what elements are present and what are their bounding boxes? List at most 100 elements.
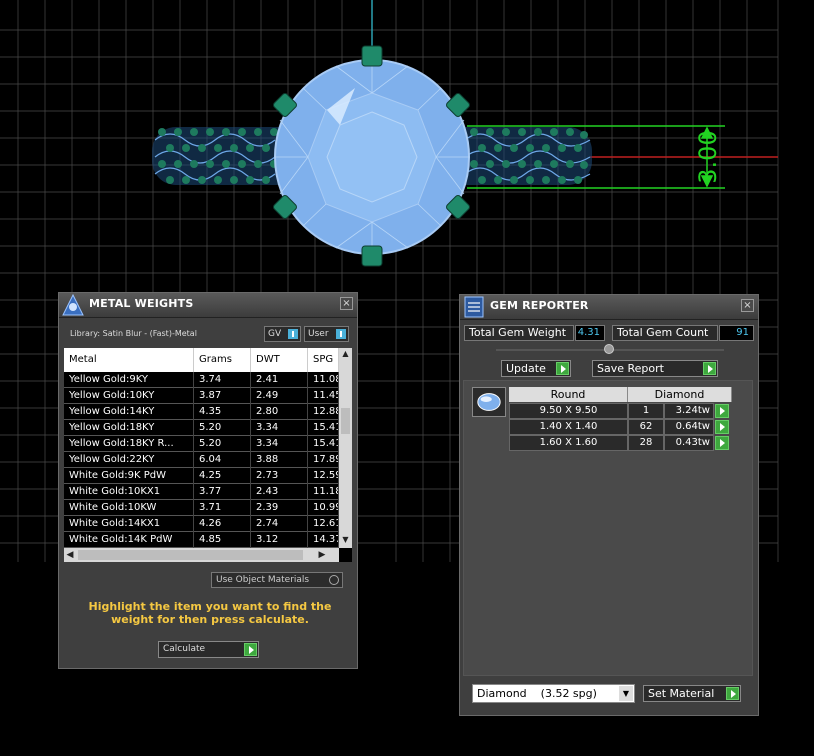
metal-weights-window: METAL WEIGHTS × Library: Satin Blur - (F…: [58, 292, 358, 669]
metal-name-cell: Yellow Gold:18KY R...: [64, 436, 194, 452]
dwt-cell: 3.12: [251, 532, 308, 548]
close-icon[interactable]: ×: [340, 297, 353, 310]
material-select[interactable]: Diamond (3.52 spg) ▼: [472, 684, 635, 703]
column-header-spg[interactable]: SPG: [308, 348, 339, 372]
metal-weights-titlebar[interactable]: METAL WEIGHTS ×: [59, 293, 357, 318]
dwt-cell: 3.34: [251, 420, 308, 436]
scroll-left-icon[interactable]: ◀: [64, 548, 76, 562]
save-report-label: Save Report: [597, 362, 664, 375]
spg-cell: 14.37: [308, 532, 339, 548]
spg-cell: 12.59: [308, 468, 339, 484]
table-row[interactable]: White Gold:9K PdW 4.25 2.73 12.59: [64, 468, 339, 484]
dwt-cell: 2.39: [251, 500, 308, 516]
table-row[interactable]: Yellow Gold:18KY 5.20 3.34 15.41: [64, 420, 339, 436]
library-label: Library: Satin Blur - (Fast)-Metal: [70, 329, 197, 338]
gv-toggle[interactable]: GV: [264, 326, 301, 342]
close-icon[interactable]: ×: [741, 299, 754, 312]
instruction-text: Highlight the item you want to find the …: [88, 600, 332, 626]
gem-size-cell: 1.40 X 1.40: [509, 419, 628, 435]
center-gem[interactable]: [274, 59, 470, 255]
grams-cell: 4.25: [194, 468, 251, 484]
gem-row[interactable]: 1.60 X 1.60 28 0.43tw: [509, 435, 729, 451]
grams-cell: 4.26: [194, 516, 251, 532]
spg-cell: 15.41: [308, 420, 339, 436]
dwt-cell: 3.34: [251, 436, 308, 452]
gem-size-cell: 1.60 X 1.60: [509, 435, 628, 451]
metal-name-cell: White Gold:14KX1: [64, 516, 194, 532]
gem-size-cell: 9.50 X 9.50: [509, 403, 628, 419]
play-icon: [726, 687, 739, 700]
gem-weight-cell: 0.64tw: [664, 419, 714, 435]
table-row[interactable]: Yellow Gold:10KY 3.87 2.49 11.45: [64, 388, 339, 404]
gem-row-select-icon[interactable]: [715, 436, 729, 450]
calculate-label: Calculate: [163, 644, 206, 654]
grams-cell: 3.74: [194, 372, 251, 388]
gem-row[interactable]: 9.50 X 9.50 1 3.24tw: [509, 403, 729, 419]
scroll-thumb[interactable]: [341, 408, 350, 434]
update-label: Update: [506, 362, 546, 375]
gem-reporter-titlebar[interactable]: GEM REPORTER ×: [460, 295, 758, 320]
dwt-cell: 2.73: [251, 468, 308, 484]
checkbox-icon: [336, 329, 346, 339]
table-row[interactable]: Yellow Gold:14KY 4.35 2.80 12.88: [64, 404, 339, 420]
gem-reporter-title: GEM REPORTER: [490, 299, 589, 312]
grams-cell: 5.20: [194, 420, 251, 436]
gem-row-select-icon[interactable]: [715, 404, 729, 418]
scroll-right-icon[interactable]: ▶: [316, 548, 328, 562]
metal-name-cell: White Gold:10KX1: [64, 484, 194, 500]
gem-weight-cell: 3.24tw: [664, 403, 714, 419]
update-button[interactable]: Update: [501, 360, 571, 377]
metal-table-header: Metal Grams DWT SPG: [64, 348, 339, 372]
dwt-cell: 2.49: [251, 388, 308, 404]
save-report-button[interactable]: Save Report: [592, 360, 718, 377]
grams-cell: 4.85: [194, 532, 251, 548]
metal-name-cell: Yellow Gold:22KY: [64, 452, 194, 468]
chevron-down-icon: ▼: [619, 686, 633, 701]
column-header-dwt[interactable]: DWT: [251, 348, 308, 372]
metal-name-cell: White Gold:10KW: [64, 500, 194, 516]
scroll-down-icon[interactable]: ▼: [339, 534, 352, 546]
table-row[interactable]: White Gold:10KW 3.71 2.39 10.99: [64, 500, 339, 516]
spg-cell: 12.61: [308, 516, 339, 532]
gem-reporter-window: GEM REPORTER × Total Gem Weight 4.31 Tot…: [459, 294, 759, 716]
gem-row-select-icon[interactable]: [715, 420, 729, 434]
table-row[interactable]: Yellow Gold:9KY 3.74 2.41 11.08: [64, 372, 339, 388]
total-gem-weight-label: Total Gem Weight: [464, 325, 574, 341]
calculate-button[interactable]: Calculate: [158, 641, 259, 658]
play-icon: [556, 362, 569, 375]
vertical-scrollbar[interactable]: ▲ ▼: [339, 348, 352, 548]
grams-cell: 3.77: [194, 484, 251, 500]
horizontal-scrollbar[interactable]: ◀ ▶: [64, 548, 339, 562]
spg-cell: 15.41: [308, 436, 339, 452]
total-gem-count-label: Total Gem Count: [612, 325, 718, 341]
table-row[interactable]: Yellow Gold:22KY 6.04 3.88 17.89: [64, 452, 339, 468]
spg-cell: 17.89: [308, 452, 339, 468]
metal-name-cell: Yellow Gold:9KY: [64, 372, 194, 388]
user-toggle-label: User: [308, 329, 329, 339]
use-object-materials-toggle[interactable]: Use Object Materials: [211, 572, 343, 588]
gem-count-cell: 1: [628, 403, 664, 419]
column-header-grams[interactable]: Grams: [194, 348, 251, 372]
metal-name-cell: Yellow Gold:18KY: [64, 420, 194, 436]
table-row[interactable]: Yellow Gold:18KY R... 5.20 3.34 15.41: [64, 436, 339, 452]
grams-cell: 5.20: [194, 436, 251, 452]
play-icon: [244, 643, 257, 656]
table-row[interactable]: White Gold:14K PdW 4.85 3.12 14.37: [64, 532, 339, 548]
metal-weights-title: METAL WEIGHTS: [89, 297, 194, 310]
scroll-up-icon[interactable]: ▲: [339, 348, 352, 360]
gem-weight-cell: 0.43tw: [664, 435, 714, 451]
material-header: Diamond: [628, 387, 732, 402]
dwt-cell: 2.41: [251, 372, 308, 388]
collapse-handle-icon[interactable]: [604, 344, 614, 354]
metal-scale-icon: [62, 293, 84, 316]
metal-name-cell: Yellow Gold:14KY: [64, 404, 194, 420]
gem-row[interactable]: 1.40 X 1.40 62 0.64tw: [509, 419, 729, 435]
set-material-button[interactable]: Set Material: [643, 685, 741, 702]
round-diamond-icon[interactable]: [472, 387, 506, 417]
total-gem-count-value: 91: [719, 325, 754, 341]
column-header-metal[interactable]: Metal: [64, 348, 194, 372]
table-row[interactable]: White Gold:14KX1 4.26 2.74 12.61: [64, 516, 339, 532]
user-toggle[interactable]: User: [304, 326, 349, 342]
scroll-thumb[interactable]: [78, 550, 303, 560]
table-row[interactable]: White Gold:10KX1 3.77 2.43 11.18: [64, 484, 339, 500]
